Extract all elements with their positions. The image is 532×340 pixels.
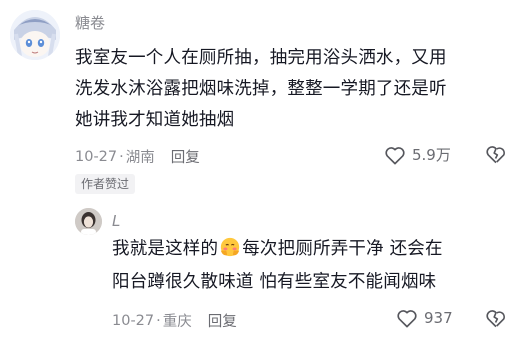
comment-date: 10-27 [75, 148, 118, 165]
heart-outline-icon [385, 146, 405, 164]
comment-text-line: 洗发水沐浴露把烟味洗掉，整整一学期了还是听 [75, 79, 447, 99]
avatar-photo [75, 208, 102, 235]
like-button[interactable]: 5.9万 [384, 144, 451, 165]
reply-text-line: 我就是这样的 每次把厕所弄干净 还会在 [112, 234, 443, 265]
comment-text-line: 我室友一个人在厕所抽，抽完用浴头洒水，又用 [75, 48, 447, 68]
reply-text-segment: 我就是这样的 [112, 239, 219, 259]
dislike-button[interactable] [485, 144, 507, 168]
like-button[interactable]: 937 [396, 308, 453, 328]
reply-text-line: 阳台蹲很久散味道 怕有些室友不能闻烟味 [112, 272, 437, 292]
reply-meta: 10-27 · 重庆 回复 [112, 310, 237, 331]
reply-button[interactable]: 回复 [208, 310, 237, 331]
avatar[interactable] [75, 208, 102, 235]
broken-heart-icon [486, 310, 505, 328]
comment-username[interactable]: 糖卷 [75, 12, 105, 33]
reply-item: L 我就是这样的 每次把厕所弄干净 还会在 阳台蹲很久散味道 怕有些室友不能闻烟… [0, 200, 532, 340]
reply-date: 10-27 [112, 312, 155, 329]
heart-outline-icon [397, 310, 417, 328]
comment-text-line: 她讲我才知道她抽烟 [75, 110, 235, 130]
avatar[interactable] [10, 10, 60, 60]
author-liked-badge: 作者赞过 [75, 174, 136, 194]
comment-item: 糖卷 我室友一个人在厕所抽，抽完用浴头洒水，又用 洗发水沐浴露把烟味洗掉，整整一… [0, 0, 532, 200]
comment-location: 湖南 [125, 150, 155, 166]
reply-location: 重庆 [162, 314, 192, 330]
meta-separator: · [156, 312, 161, 329]
comment-meta: 10-27 · 湖南 回复 [75, 146, 200, 167]
reply-username[interactable]: L [112, 212, 120, 230]
meta-separator: · [119, 148, 124, 165]
reply-button[interactable]: 回复 [171, 146, 200, 167]
avatar-illustration [10, 10, 60, 60]
reply-text-segment: 每次把厕所弄干净 还会在 [242, 239, 443, 259]
like-count: 5.9万 [412, 146, 451, 164]
dislike-button[interactable] [485, 308, 507, 332]
like-count: 937 [424, 309, 453, 327]
broken-heart-icon [486, 146, 505, 164]
blushing-hands-face-emoji [221, 237, 240, 257]
